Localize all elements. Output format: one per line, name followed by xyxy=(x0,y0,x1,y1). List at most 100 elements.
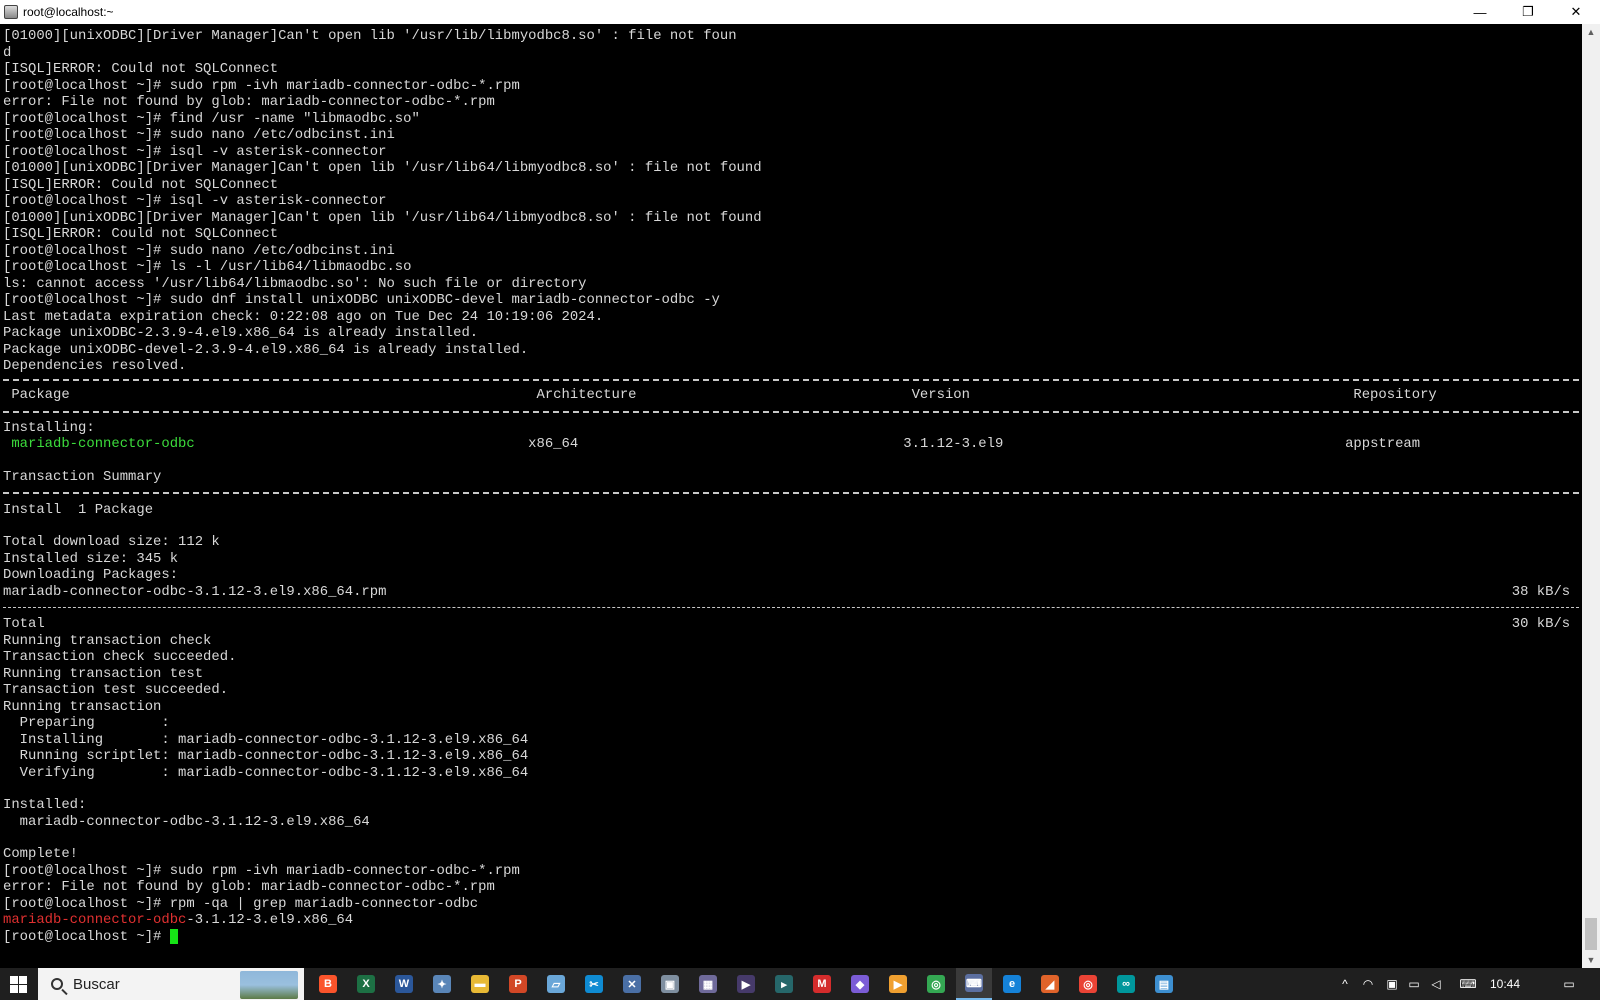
taskbar-app[interactable]: ◎ xyxy=(918,968,954,1000)
taskbar-app[interactable]: ▦ xyxy=(690,968,726,1000)
chevron-up-icon[interactable]: ^ xyxy=(1333,968,1357,1000)
terminal-line: [root@localhost ~]# find /usr -name "lib… xyxy=(3,111,420,127)
prompt: [root@localhost ~]# xyxy=(3,929,170,946)
start-button[interactable] xyxy=(0,968,36,1000)
terminal-line: [01000][unixODBC][Driver Manager]Can't o… xyxy=(3,160,762,176)
battery-icon[interactable]: ▭ xyxy=(1402,968,1426,1000)
terminal-line: mariadb-connector-odbc-3.1.12-3.el9.x86_… xyxy=(3,584,1582,600)
taskbar-app[interactable]: ∞ xyxy=(1108,968,1144,1000)
terminal-line: d xyxy=(3,45,12,61)
taskbar-app[interactable]: B xyxy=(310,968,346,1000)
taskbar-app[interactable]: ◢ xyxy=(1032,968,1068,1000)
grep-match: mariadb-connector-odbc xyxy=(3,912,187,928)
notification-button[interactable]: ▭ xyxy=(1551,968,1587,1000)
search-highlight-image[interactable] xyxy=(240,971,298,999)
terminal-line: Complete! xyxy=(3,846,79,862)
table-header: Package Architecture Version Repository xyxy=(11,387,1437,403)
close-button[interactable]: ✕ xyxy=(1552,0,1600,24)
scroll-up-button[interactable]: ▲ xyxy=(1582,24,1600,40)
device-icon: ▤ xyxy=(1155,975,1173,993)
edge-icon: e xyxy=(1003,975,1021,993)
taskbar-app[interactable]: ⌨ xyxy=(956,968,992,1000)
taskbar-app[interactable]: ✕ xyxy=(614,968,650,1000)
word-icon: W xyxy=(395,975,413,993)
taskbar-app[interactable]: ✦ xyxy=(424,968,460,1000)
terminal-line: Running scriptlet: mariadb-connector-odb… xyxy=(3,748,1582,764)
minimize-button[interactable]: — xyxy=(1456,0,1504,24)
notification-icon: ▭ xyxy=(1563,977,1575,991)
putty-window-icon[interactable] xyxy=(4,5,18,19)
terminal-line: Installed: xyxy=(3,797,87,813)
restore-button[interactable]: ❐ xyxy=(1504,0,1552,24)
taskbar-app[interactable]: ▤ xyxy=(1146,968,1182,1000)
volume-icon[interactable]: ◁ xyxy=(1424,968,1448,1000)
terminal-line: [root@localhost ~]# sudo nano /etc/odbci… xyxy=(3,243,395,259)
taskbar-app[interactable]: ◎ xyxy=(1070,968,1106,1000)
terminal-line: Last metadata expiration check: 0:22:08 … xyxy=(3,309,604,325)
taskbar-app[interactable]: X xyxy=(348,968,384,1000)
grep-result-line: mariadb-connector-odbc-3.1.12-3.el9.x86_… xyxy=(3,912,353,929)
taskbar-app[interactable]: ▶ xyxy=(880,968,916,1000)
keyboard-icon[interactable]: ⌨ xyxy=(1456,968,1480,1000)
meet-icon[interactable]: ▣ xyxy=(1380,968,1404,1000)
scroll-down-button[interactable]: ▼ xyxy=(1582,952,1600,968)
taskbar-app[interactable]: P xyxy=(500,968,536,1000)
terminal-line: Install 1 Package xyxy=(3,502,154,518)
taskbar-app[interactable]: ▸ xyxy=(766,968,802,1000)
terminal-line: [ISQL]ERROR: Could not SQLConnect xyxy=(3,61,279,77)
taskbar-app[interactable]: ◆ xyxy=(842,968,878,1000)
orange-app-icon: ◢ xyxy=(1041,975,1059,993)
terminal-line: mariadb-connector-odbc-3.1.12-3.el9.x86_… xyxy=(3,814,370,830)
search-box[interactable]: Buscar xyxy=(38,968,304,1000)
search-placeholder: Buscar xyxy=(73,975,120,993)
terminal-line: [root@localhost ~]# isql -v asterisk-con… xyxy=(3,193,387,209)
terminal-line: Installing : mariadb-connector-odbc-3.1.… xyxy=(3,732,1582,748)
install-row: mariadb-connector-odbc x86_64 3.1.12-3.e… xyxy=(3,436,1582,453)
text-cursor xyxy=(169,929,178,944)
terminal-line: [ISQL]ERROR: Could not SQLConnect xyxy=(3,226,279,242)
window-titlebar[interactable]: root@localhost:~ — ❐ ✕ xyxy=(0,0,1600,24)
taskbar-app[interactable]: ▣ xyxy=(652,968,688,1000)
taskbar-app[interactable]: ▶ xyxy=(728,968,764,1000)
terminal-line: [root@localhost ~]# sudo dnf install uni… xyxy=(3,292,720,308)
taskbar-app[interactable]: ▱ xyxy=(538,968,574,1000)
snip-icon: ✂ xyxy=(585,975,603,993)
player-icon: ▶ xyxy=(889,975,907,993)
terminal-line: [01000][unixODBC][Driver Manager]Can't o… xyxy=(3,28,737,44)
separator xyxy=(3,607,1579,608)
photos-icon: ▣ xyxy=(661,975,679,993)
taskbar-app[interactable]: ✂ xyxy=(576,968,612,1000)
prompt-line[interactable]: [root@localhost ~]# xyxy=(3,929,178,946)
terminal-line: [root@localhost ~]# rpm -qa | grep maria… xyxy=(3,896,479,912)
terminal-line: [root@localhost ~]# ls -l /usr/lib64/lib… xyxy=(3,259,412,275)
media-icon: ▶ xyxy=(737,975,755,993)
calc-icon: ▦ xyxy=(699,975,717,993)
package-details: x86_64 3.1.12-3.el9 appstream 112 k xyxy=(528,436,1421,452)
copilot-icon: ◆ xyxy=(851,975,869,993)
wifi-icon[interactable]: ◠ xyxy=(1356,968,1380,1000)
terminal-line: Running transaction test xyxy=(3,666,204,682)
terminal-line: [root@localhost ~]# sudo nano /etc/odbci… xyxy=(3,127,395,143)
terminal-line: [01000][unixODBC][Driver Manager]Can't o… xyxy=(3,210,762,226)
terminal-line: ls: cannot access '/usr/lib64/libmaodbc.… xyxy=(3,276,587,292)
terminal-scrollbar[interactable]: ▲ ▼ xyxy=(1582,24,1600,968)
terminal-output[interactable]: [01000][unixODBC][Driver Manager]Can't o… xyxy=(0,24,1582,968)
taskbar-app[interactable]: W xyxy=(386,968,422,1000)
terminal-line: [root@localhost ~]# isql -v asterisk-con… xyxy=(3,144,387,160)
terminal-line: Transaction Summary xyxy=(3,469,162,485)
clock[interactable]: 10:44 xyxy=(1480,968,1530,1000)
arduino-icon: ∞ xyxy=(1117,975,1135,993)
separator xyxy=(3,411,1579,413)
terminal-line: [root@localhost ~]# sudo rpm -ivh mariad… xyxy=(3,78,520,94)
network-icon: ✕ xyxy=(623,975,641,993)
notes-icon: ▱ xyxy=(547,975,565,993)
taskbar-app[interactable]: ▬ xyxy=(462,968,498,1000)
taskbar-app[interactable]: M xyxy=(804,968,840,1000)
brave-icon: B xyxy=(319,975,337,993)
red-app-icon: M xyxy=(813,975,831,993)
terminal-line: Dependencies resolved. xyxy=(3,358,187,374)
taskbar-app[interactable]: e xyxy=(994,968,1030,1000)
chrome-icon: ◎ xyxy=(927,975,945,993)
scroll-thumb[interactable] xyxy=(1585,918,1597,950)
excel-icon: X xyxy=(357,975,375,993)
